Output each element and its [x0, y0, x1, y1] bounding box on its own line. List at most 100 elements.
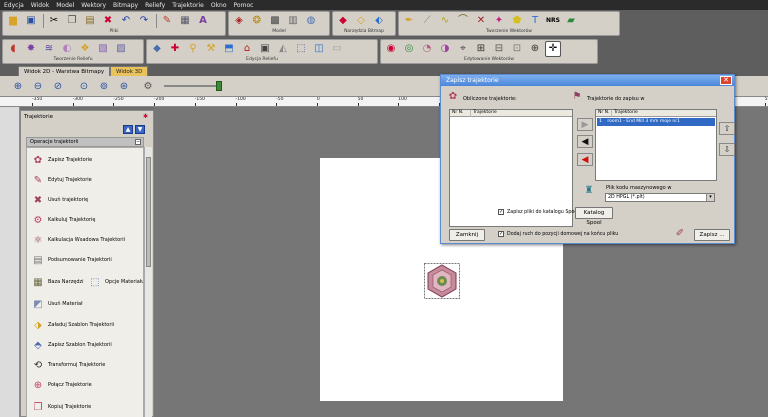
- vector-edit-offset-icon[interactable]: ◎: [401, 41, 417, 57]
- relief-edit-blend-icon[interactable]: ✚: [167, 41, 183, 57]
- scrollbar-thumb[interactable]: [146, 157, 151, 267]
- menu-item[interactable]: Edycja: [4, 2, 24, 9]
- zoom-window-icon[interactable]: ⊚: [96, 79, 112, 95]
- relief-pattern-icon[interactable]: ❖: [77, 41, 93, 57]
- nrs-icon[interactable]: NRS: [545, 13, 561, 29]
- delete-icon[interactable]: ✖: [100, 13, 116, 29]
- relief-star-icon[interactable]: ✸: [23, 41, 39, 57]
- relief-mesh-icon[interactable]: ▧: [95, 41, 111, 57]
- paste-icon[interactable]: ▤: [82, 13, 98, 29]
- bitmap-paint-icon[interactable]: ◆: [335, 13, 351, 29]
- menu-item[interactable]: Widok: [31, 2, 49, 9]
- vector-curve-icon[interactable]: ∿: [437, 13, 453, 29]
- relief-edit-sculpt-icon[interactable]: ⚒: [203, 41, 219, 57]
- crosshair-icon[interactable]: ✛: [545, 41, 561, 57]
- vector-polyline-icon[interactable]: ⟋: [419, 13, 435, 29]
- move-right-button[interactable]: ▶: [577, 118, 593, 131]
- relief-edit-box-icon[interactable]: ◫: [311, 41, 327, 57]
- relief-sweep-icon[interactable]: ◐: [59, 41, 75, 57]
- toolpath-operation-item[interactable]: ▦ Baza Narzędzi: [30, 273, 83, 291]
- tab-view-2d[interactable]: Widok 2D - Warstwa Bitmapy: [18, 66, 111, 76]
- move-up-button[interactable]: ⇧: [719, 122, 735, 135]
- model-frame-icon[interactable]: ▩: [267, 13, 283, 29]
- vector-edit-node-icon[interactable]: ⌖: [455, 41, 471, 57]
- toolpath-operation-item[interactable]: ◩ Usuń Materiał: [30, 295, 82, 313]
- vector-edit-ring-icon[interactable]: ◉: [383, 41, 399, 57]
- panel-up-button[interactable]: ▲: [123, 125, 133, 134]
- menu-item[interactable]: Wektory: [81, 2, 106, 9]
- pin-icon[interactable]: ✱: [143, 113, 151, 120]
- menu-item[interactable]: Trajektorie: [172, 2, 204, 9]
- bitmap-select-icon[interactable]: ⬖: [371, 13, 387, 29]
- tab-view-3d[interactable]: Widok 3D: [110, 66, 149, 76]
- toolpath-operation-item[interactable]: ⬘ Zapisz Szablon Trajektorii: [30, 336, 112, 354]
- vector-edit-weld-icon[interactable]: ◔: [419, 41, 435, 57]
- toolpath-operation-item[interactable]: ❐ Kopiuj Trajektorie: [30, 398, 92, 416]
- save-button[interactable]: Zapisz ...: [694, 229, 730, 241]
- vector-edit-rotate-icon[interactable]: ⊕: [527, 41, 543, 57]
- home-move-checkbox[interactable]: ✓ Dodaj ruch do pozycji domowej na końcu…: [498, 231, 618, 237]
- relief-edit-mirror-icon[interactable]: ◭: [275, 41, 291, 57]
- postprocessor-select[interactable]: 2D HPGL (*.plt) ▾: [605, 193, 715, 202]
- zoom-slider-track[interactable]: [164, 85, 220, 87]
- move-left-button[interactable]: ◀: [577, 135, 593, 148]
- spool-folder-button[interactable]: Katalog Spool: [575, 207, 613, 226]
- zoom-in-icon[interactable]: ⊕: [10, 79, 26, 95]
- relief-edit-erase-icon[interactable]: ▭: [329, 41, 345, 57]
- vector-star-icon[interactable]: ✦: [491, 13, 507, 29]
- model-sphere-icon[interactable]: ◍: [303, 13, 319, 29]
- relief-dome-icon[interactable]: ◖: [5, 41, 21, 57]
- zoom-slider-thumb[interactable]: [216, 81, 222, 91]
- vector-edit-scale-icon[interactable]: ⊡: [509, 41, 525, 57]
- toolpath-operation-item[interactable]: ⚛ Kalkulacja Wsadowa Trajektorii: [30, 231, 126, 249]
- relief-edit-cube-icon[interactable]: ⬚: [293, 41, 309, 57]
- relief-edit-image-icon[interactable]: ▣: [257, 41, 273, 57]
- toolpath-operation-item[interactable]: ✎ Edytuj Trajektorie: [30, 171, 92, 189]
- toolpath-operation-item[interactable]: ✖ Usuń trajektorię: [30, 191, 88, 209]
- bitmap-fill-icon[interactable]: ◇: [353, 13, 369, 29]
- list-item[interactable]: 1 room1 - End Mill 3 mm moje nr1: [597, 118, 715, 126]
- menu-item[interactable]: Bitmapy: [113, 2, 138, 9]
- vector-arc-icon[interactable]: ⌒: [455, 13, 471, 29]
- chevron-down-icon[interactable]: ▾: [706, 194, 714, 201]
- panel-scrollbar[interactable]: [144, 147, 152, 417]
- relief-texture-icon[interactable]: ▨: [113, 41, 129, 57]
- relief-wave-icon[interactable]: ≋: [41, 41, 57, 57]
- open-folder-icon[interactable]: ▆: [5, 13, 21, 29]
- toolpath-operation-item[interactable]: ⬚ Opcje Materiału: [87, 273, 143, 291]
- vector-node-icon[interactable]: ✕: [473, 13, 489, 29]
- zoom-page-icon[interactable]: ⊛: [116, 79, 132, 95]
- vector-pen-icon[interactable]: ✒: [401, 13, 417, 29]
- text-icon[interactable]: A: [195, 13, 211, 29]
- collapse-icon[interactable]: −: [135, 139, 141, 145]
- image-icon[interactable]: ▦: [177, 13, 193, 29]
- undo-icon[interactable]: ↶: [118, 13, 134, 29]
- save-icon[interactable]: ▣: [23, 13, 39, 29]
- panel-down-button[interactable]: ▼: [135, 125, 145, 134]
- view-settings-icon[interactable]: ⚙: [140, 79, 156, 95]
- move-down-button[interactable]: ⇩: [719, 143, 735, 156]
- relief-edit-home-icon[interactable]: ⌂: [239, 41, 255, 57]
- relief-edit-smooth-icon[interactable]: ⚲: [185, 41, 201, 57]
- zoom-previous-icon[interactable]: ⊘: [50, 79, 66, 95]
- edit-pencil-icon[interactable]: ✎: [159, 13, 175, 29]
- zoom-out-icon[interactable]: ⊖: [30, 79, 46, 95]
- close-icon[interactable]: ✕: [720, 76, 732, 85]
- copy-icon[interactable]: ❐: [64, 13, 80, 29]
- menu-item[interactable]: Okno: [211, 2, 227, 9]
- relief-edit-add-icon[interactable]: ⬒: [221, 41, 237, 57]
- checkbox-checked-icon[interactable]: ✓: [498, 209, 504, 215]
- model-bear-icon[interactable]: ❂: [249, 13, 265, 29]
- toolpath-operation-item[interactable]: ✿ Zapisz Trajektorie: [30, 151, 92, 169]
- menu-item[interactable]: Pomoc: [234, 2, 254, 9]
- toolpath-operation-item[interactable]: ▤ Podsumowanie Trajektorii: [30, 251, 112, 269]
- toolpath-operation-item[interactable]: ⊕ Połącz Trajektorie: [30, 376, 92, 394]
- checkbox-checked-icon[interactable]: ✓: [498, 231, 504, 237]
- book-icon[interactable]: ▰: [563, 13, 579, 29]
- vector-shape-icon[interactable]: ⬟: [509, 13, 525, 29]
- vector-edit-align-icon[interactable]: ⊞: [473, 41, 489, 57]
- close-button[interactable]: Zamknij: [449, 229, 485, 241]
- model-grid-icon[interactable]: ▥: [285, 13, 301, 29]
- toolpath-operation-item[interactable]: ⚙ Kalkuluj Trajektorię: [30, 211, 96, 229]
- relief-edit-diamond-icon[interactable]: ◆: [149, 41, 165, 57]
